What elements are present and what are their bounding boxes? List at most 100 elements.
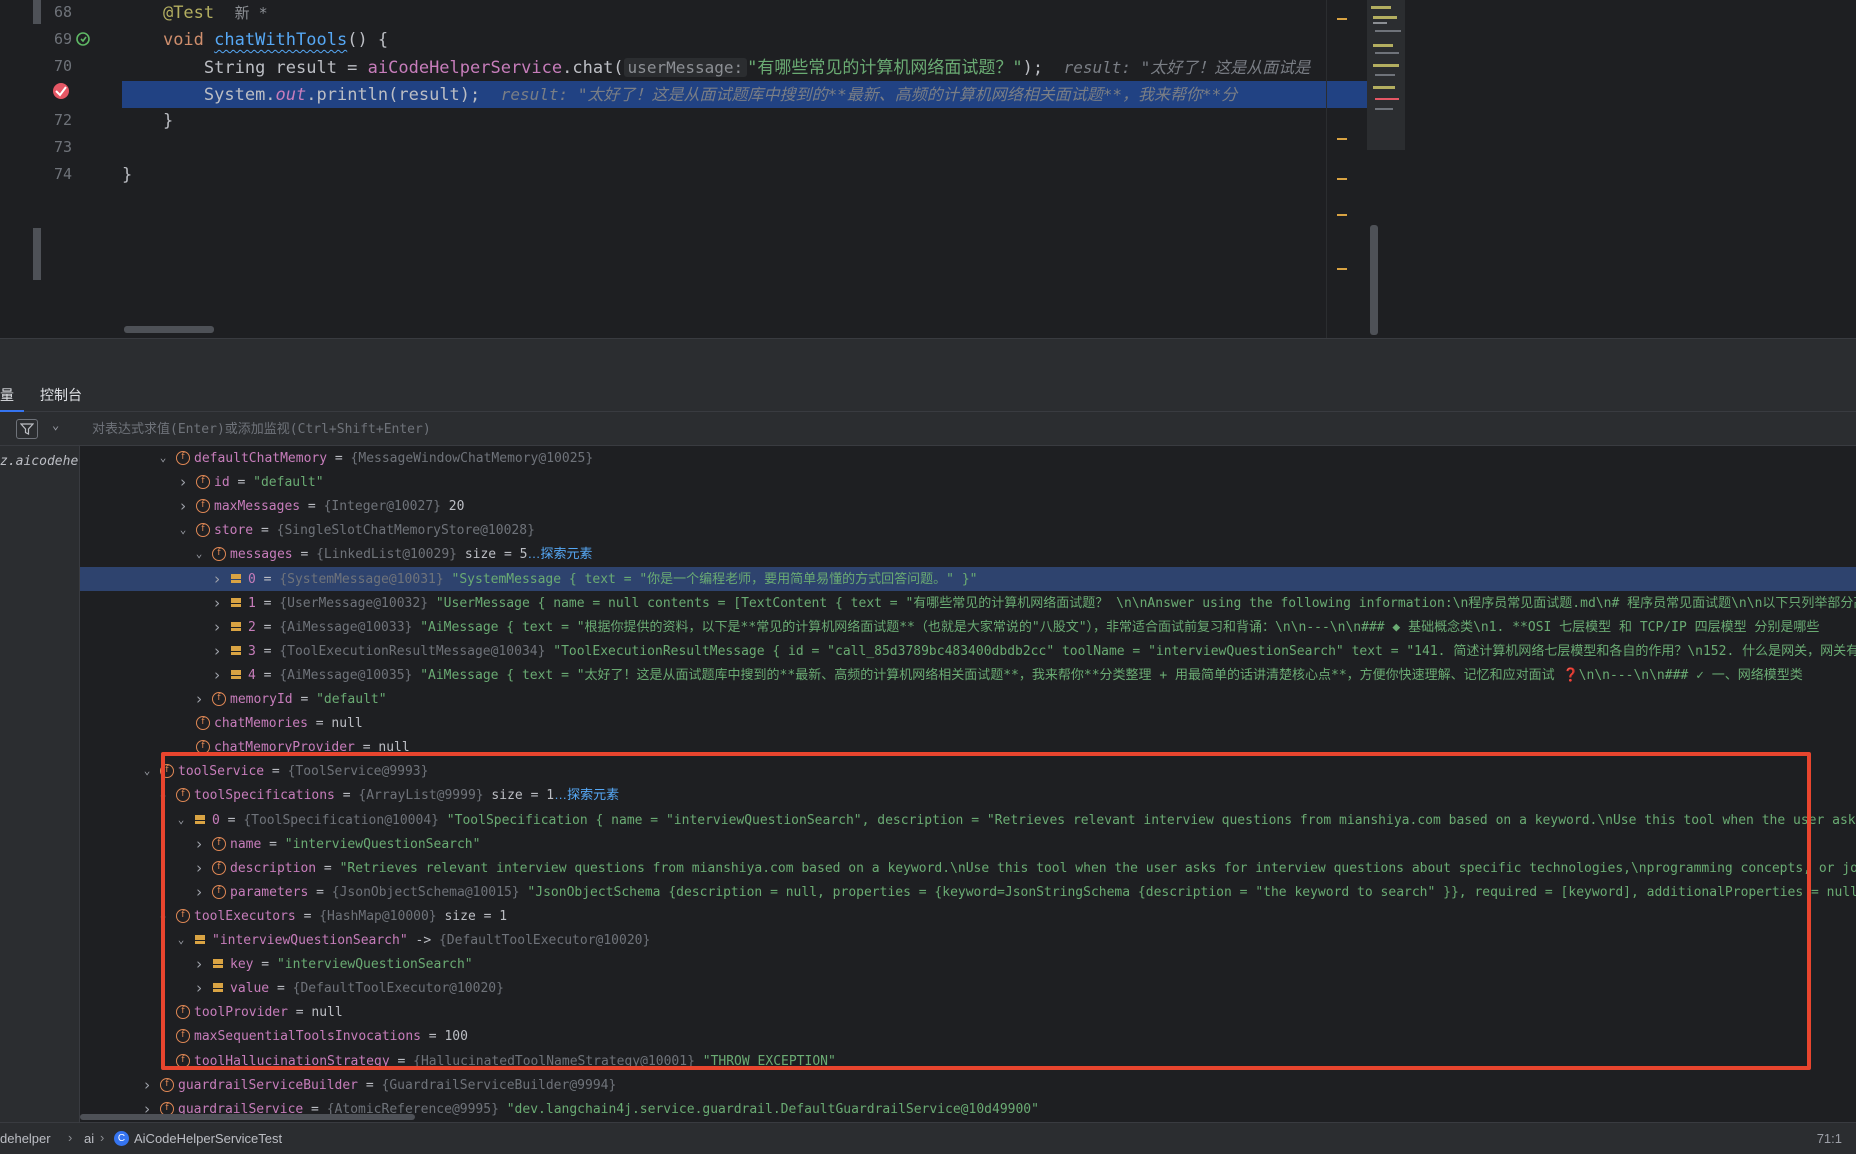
tree-row[interactable]: › f guardrailServiceBuilder = {GuardrailSe… <box>80 1073 1856 1097</box>
breakpoint-icon[interactable] <box>52 82 70 100</box>
chevron-right-icon[interactable]: › <box>192 952 206 976</box>
tab-variables[interactable]: 量 <box>0 378 24 412</box>
tree-row[interactable]: › f id = "default" <box>80 470 1856 494</box>
variable-name: "interviewQuestionSearch" <box>212 933 408 948</box>
tree-row-text: name = "interviewQuestionSearch" <box>230 832 480 856</box>
tree-row[interactable]: ⌄ f store = {SingleSlotChatMemoryStore@100… <box>80 518 1856 542</box>
editor-vertical-scrollbar[interactable] <box>1370 225 1378 335</box>
tree-row[interactable]: › key = "interviewQuestionSearch" <box>80 952 1856 976</box>
operator: = <box>255 619 280 635</box>
explore-elements-link[interactable]: …探索元素 <box>554 787 619 802</box>
tree-row[interactable]: › f maxMessages = {Integer@10027} 20 <box>80 494 1856 518</box>
chevron-down-icon[interactable]: ⌄ <box>156 446 170 470</box>
chevron-right-icon[interactable]: › <box>140 1073 154 1097</box>
method-name[interactable]: chatWithTools <box>214 30 347 50</box>
variables-tree[interactable]: ⌄ f defaultChatMemory = {MessageWindowChat… <box>80 446 1856 1122</box>
tree-row[interactable]: › 2 = {AiMessage@10033} "AiMessage { text… <box>80 615 1856 639</box>
tree-row-text: toolHallucinationStrategy = {Hallucinate… <box>194 1049 836 1073</box>
field-icon: f <box>176 1029 190 1044</box>
code-text: String result = <box>203 58 368 78</box>
variable-name: value <box>230 981 270 997</box>
inline-debug-value: result: "太好了！这是从面试题库中搜到的**最新、高频的计算机网络相关面… <box>500 85 1238 104</box>
tree-row[interactable]: › f description = "Retrieves relevant inte… <box>80 856 1856 880</box>
chevron-right-icon[interactable]: › <box>210 567 224 591</box>
code-line-69[interactable]: void chatWithTools() { <box>122 27 1380 54</box>
tree-row-text: description = "Retrieves relevant interv… <box>230 856 1856 880</box>
chevron-right-icon[interactable]: › <box>156 1049 170 1073</box>
chevron-right-icon[interactable]: › <box>210 663 224 687</box>
tree-row[interactable]: › 1 = {UserMessage@10032} "UserMessage { … <box>80 591 1856 615</box>
operator: = <box>269 981 293 997</box>
code-editor[interactable]: 68 69 70 72 73 74 @Test 新 * void chatWit… <box>0 0 1856 338</box>
operator: = <box>219 812 244 828</box>
chevron-right-icon[interactable]: › <box>192 832 206 856</box>
code-line-68[interactable]: @Test 新 * <box>122 0 1380 27</box>
line-number: 73 <box>53 138 72 156</box>
chevron-right-icon[interactable]: › <box>176 470 190 494</box>
chevron-right-icon[interactable]: › <box>192 856 206 880</box>
frames-list[interactable]: z.aicodehelp <box>0 446 80 1122</box>
tree-row[interactable]: f chatMemoryProvider = null <box>80 735 1856 759</box>
chevron-down-icon[interactable]: ⌄ <box>174 928 188 952</box>
code-text: () { <box>347 30 389 50</box>
chevron-right-icon[interactable]: › <box>210 639 224 663</box>
chevron-down-icon[interactable]: ⌄ <box>140 759 154 783</box>
string-literal: "有哪些常见的计算机网络面试题？" <box>747 58 1023 78</box>
error-stripe[interactable] <box>1326 0 1410 338</box>
chevron-right-icon[interactable]: › <box>192 976 206 1000</box>
parameter-hint: userMessage: <box>623 58 748 77</box>
breadcrumb-item[interactable]: dehelper <box>0 1131 51 1146</box>
chevron-right-icon[interactable]: › <box>192 687 206 711</box>
caret-position[interactable]: 71:1 <box>1817 1131 1842 1146</box>
tree-row[interactable]: › f parameters = {JsonObjectSchema@10015} … <box>80 880 1856 904</box>
chevron-down-icon[interactable]: ⌄ <box>156 904 170 928</box>
chevron-right-icon[interactable]: › <box>176 494 190 518</box>
chevron-down-icon[interactable]: ⌄ <box>52 418 59 432</box>
variables-horizontal-scrollbar[interactable] <box>80 1114 415 1120</box>
code-line-72[interactable]: } <box>122 108 1380 135</box>
chevron-down-icon[interactable]: ⌄ <box>192 542 206 566</box>
code-line-71-current[interactable]: System.out.println(result); result: "太好了… <box>122 81 1380 108</box>
tree-row[interactable]: › 4 = {AiMessage@10035} "AiMessage { text… <box>80 663 1856 687</box>
tree-row[interactable]: ⌄ f defaultChatMemory = {MessageWindowChat… <box>80 446 1856 470</box>
tree-row[interactable]: f chatMemories = null <box>80 711 1856 735</box>
tree-row[interactable]: ⌄ f toolService = {ToolService@9993} <box>80 759 1856 783</box>
run-test-icon[interactable] <box>76 31 92 47</box>
tree-row[interactable]: ⌄ f messages = {LinkedList@10029} size = 5… <box>80 542 1856 566</box>
panel-divider[interactable] <box>0 338 1856 378</box>
tree-row[interactable]: ⌄ f toolExecutors = {HashMap@10000} size =… <box>80 904 1856 928</box>
tree-row-text: 1 = {UserMessage@10032} "UserMessage { n… <box>248 591 1856 615</box>
tree-row[interactable]: ⌄ 0 = {ToolSpecification@10004} "ToolSpec… <box>80 808 1856 832</box>
tree-row-text: store = {SingleSlotChatMemoryStore@10028… <box>214 518 535 542</box>
evaluate-expression-input[interactable] <box>80 416 1280 442</box>
chevron-right-icon[interactable]: › <box>210 615 224 639</box>
code-line-74[interactable]: } <box>122 162 1380 189</box>
frame-item[interactable]: z.aicodehelp <box>0 454 79 469</box>
tree-row[interactable]: f maxSequentialToolsInvocations = 100 <box>80 1024 1856 1048</box>
tree-row[interactable]: › value = {DefaultToolExecutor@10020} <box>80 976 1856 1000</box>
explore-elements-link[interactable]: …探索元素 <box>527 546 592 561</box>
chevron-down-icon[interactable]: ⌄ <box>156 783 170 807</box>
tree-row[interactable]: › f name = "interviewQuestionSearch" <box>80 832 1856 856</box>
tree-row[interactable]: ⌄ "interviewQuestionSearch" -> {DefaultTo… <box>80 928 1856 952</box>
chevron-down-icon[interactable]: ⌄ <box>176 518 190 542</box>
variable-value: "ToolSpecification { name = "interviewQu… <box>438 812 1856 828</box>
tree-row[interactable]: › f toolHallucinationStrategy = {Hallucina… <box>80 1049 1856 1073</box>
tree-row[interactable]: f toolProvider = null <box>80 1000 1856 1024</box>
chevron-right-icon[interactable]: › <box>192 880 206 904</box>
tab-console[interactable]: 控制台 <box>40 378 82 412</box>
breadcrumb-item[interactable]: AiCodeHelperServiceTest <box>134 1131 282 1146</box>
tree-row[interactable]: › f memoryId = "default" <box>80 687 1856 711</box>
breadcrumb-item[interactable]: ai <box>84 1131 94 1146</box>
tree-row-text: toolService = {ToolService@9993} <box>178 759 428 783</box>
chevron-right-icon[interactable]: › <box>210 591 224 615</box>
variable-value: "UserMessage { name = null contents = [T… <box>428 595 1856 611</box>
code-line-70[interactable]: String result = aiCodeHelperService.chat… <box>122 54 1380 81</box>
variable-value: "dev.langchain4j.service.guardrail.Defau… <box>498 1101 1039 1117</box>
tree-row[interactable]: › 0 = {SystemMessage@10031} "SystemMessag… <box>80 566 1856 591</box>
filter-icon[interactable] <box>16 419 38 439</box>
tree-row[interactable]: › 3 = {ToolExecutionResultMessage@10034} … <box>80 639 1856 663</box>
tree-row[interactable]: ⌄ f toolSpecifications = {ArrayList@9999} … <box>80 783 1856 807</box>
editor-horizontal-scrollbar[interactable] <box>124 326 214 333</box>
chevron-down-icon[interactable]: ⌄ <box>174 808 188 832</box>
